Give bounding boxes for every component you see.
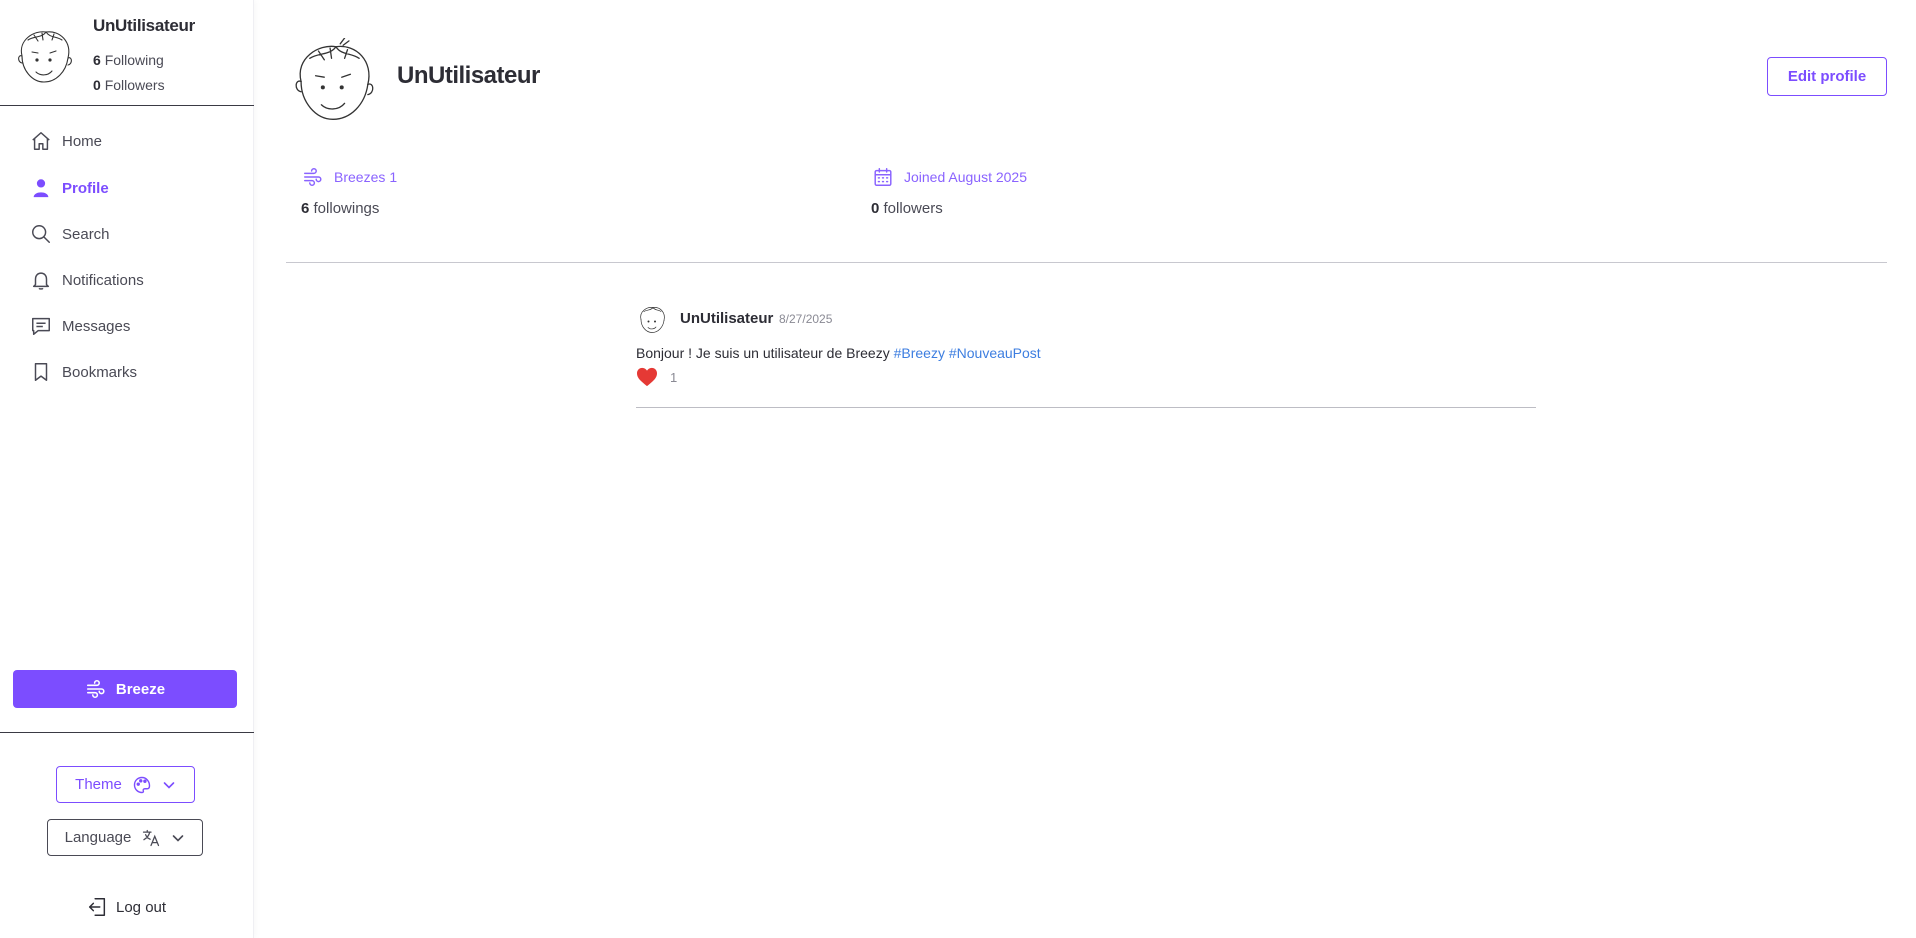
- sidebar-item-label: Search: [62, 225, 110, 243]
- post-date: 8/27/2025: [779, 312, 833, 326]
- like-button[interactable]: 1: [636, 367, 677, 387]
- joined-label: Joined August 2025: [904, 169, 1027, 185]
- calendar-icon: [874, 168, 892, 186]
- breezes-count: 1: [389, 169, 398, 185]
- hashtag-link[interactable]: #NouveauPost: [949, 345, 1041, 361]
- hashtag-link[interactable]: #Breezy: [894, 345, 945, 361]
- language-dropdown[interactable]: Language: [47, 819, 203, 856]
- sidebar-following-count[interactable]: 6 Following: [93, 52, 164, 68]
- breezes-stat: Breezes 1: [302, 166, 397, 188]
- translate-icon: [143, 829, 160, 846]
- breezes-label: Breezes: [334, 169, 386, 185]
- sidebar-user-card: UnUtilisateur 6 Following 0 Followers: [0, 0, 254, 106]
- sidebar-item-messages[interactable]: Messages: [30, 311, 240, 341]
- message-icon: [32, 317, 50, 335]
- sidebar-item-label: Bookmarks: [62, 363, 138, 381]
- sidebar-item-home[interactable]: Home: [30, 126, 240, 156]
- joined-stat: Joined August 2025: [872, 166, 1027, 188]
- sidebar-item-notifications[interactable]: Notifications: [30, 265, 240, 295]
- logout-button[interactable]: Log out: [86, 895, 166, 919]
- sidebar-divider: [0, 732, 254, 733]
- theme-dropdown[interactable]: Theme: [56, 766, 195, 803]
- sidebar-username: UnUtilisateur: [93, 16, 195, 35]
- sidebar-item-label: Home: [62, 132, 103, 150]
- followings-stat[interactable]: 6 followings: [301, 200, 379, 217]
- bell-icon: [32, 272, 50, 290]
- bookmark-icon: [34, 363, 48, 381]
- post-avatar[interactable]: [636, 304, 668, 336]
- sidebar-item-label: Messages: [62, 317, 131, 335]
- edit-profile-button[interactable]: Edit profile: [1767, 57, 1887, 96]
- post-item: UnUtilisateur 8/27/2025 Bonjour ! Je sui…: [636, 300, 1536, 408]
- profile-avatar[interactable]: [286, 38, 380, 128]
- avatar[interactable]: [12, 26, 76, 88]
- sidebar-item-bookmarks[interactable]: Bookmarks: [30, 357, 240, 387]
- logout-label: Log out: [116, 898, 167, 916]
- profile-divider: [286, 262, 1887, 263]
- user-icon: [33, 179, 49, 198]
- profile-name: UnUtilisateur: [397, 62, 540, 89]
- theme-label: Theme: [75, 776, 122, 793]
- home-icon: [32, 132, 50, 150]
- logout-icon: [88, 898, 106, 916]
- sidebar-item-label: Profile: [62, 179, 109, 197]
- language-label: Language: [64, 829, 132, 846]
- breeze-button-label: Breeze: [115, 680, 166, 698]
- palette-icon: [133, 776, 151, 793]
- sidebar: UnUtilisateur 6 Following 0 Followers Ho…: [0, 0, 254, 938]
- sidebar-item-profile[interactable]: Profile: [30, 173, 240, 203]
- sidebar-followers-count[interactable]: 0 Followers: [93, 77, 165, 93]
- wind-icon: [304, 168, 322, 186]
- chevron-down-icon: [173, 834, 184, 842]
- sidebar-item-label: Notifications: [62, 271, 144, 289]
- post-author[interactable]: UnUtilisateur: [680, 310, 773, 327]
- wind-icon: [86, 679, 105, 699]
- like-count: 1: [670, 369, 678, 385]
- heart-icon: [637, 367, 657, 387]
- breeze-button[interactable]: Breeze: [13, 670, 237, 708]
- post-text: Bonjour ! Je suis un utilisateur de Bree…: [636, 345, 1041, 361]
- sidebar-item-search[interactable]: Search: [30, 219, 240, 249]
- chevron-down-icon: [163, 781, 175, 789]
- search-icon: [32, 225, 50, 243]
- followers-stat[interactable]: 0 followers: [871, 200, 943, 217]
